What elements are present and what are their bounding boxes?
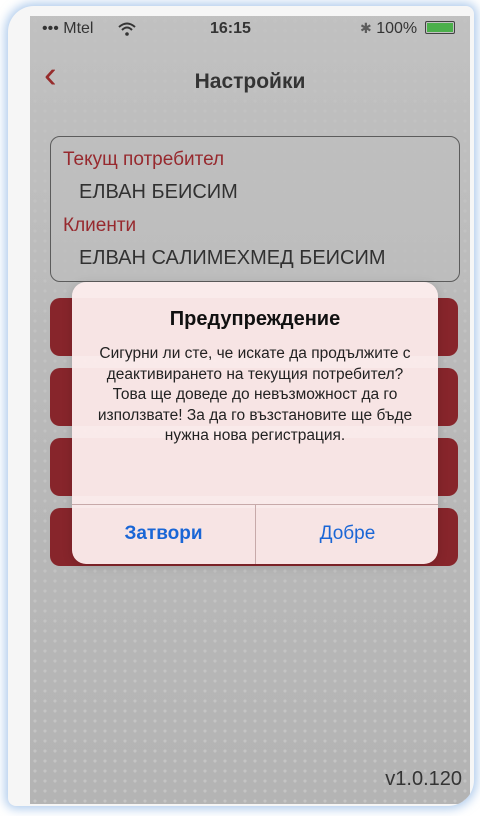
device-frame: ••• Mtel 16:15 ✱ 100% ‹ Настройки Текущ … [8, 6, 474, 806]
dialog-title: Предупреждение [169, 308, 341, 330]
close-button[interactable]: Затвори [72, 504, 255, 564]
ok-button[interactable]: Добре [256, 504, 438, 564]
app-screen: ••• Mtel 16:15 ✱ 100% ‹ Настройки Текущ … [30, 16, 470, 804]
dialog-message: Сигурни ли сте, че искате да продължите … [97, 345, 413, 444]
warning-dialog: Предупреждение Сигурни ли сте, че искате… [72, 282, 438, 564]
